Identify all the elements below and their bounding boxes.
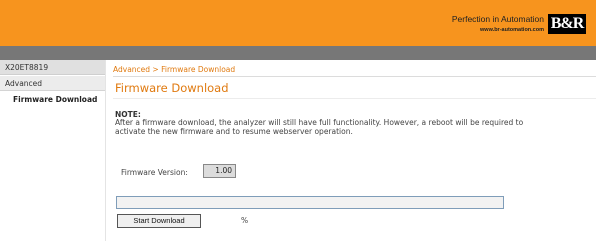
breadcrumb: Advanced > Firmware Download: [113, 65, 236, 74]
br-logo: B&R: [548, 14, 586, 34]
header-banner: Perfection in Automation www.br-automati…: [0, 0, 596, 46]
sidebar-device-name[interactable]: X20ET8819: [0, 60, 105, 75]
download-progress-bar: [116, 196, 504, 209]
page-title: Firmware Download: [115, 81, 229, 95]
header-url: www.br-automation.com: [480, 27, 544, 33]
divider: [113, 98, 596, 99]
sidebar-item-firmware-download[interactable]: Firmware Download: [0, 93, 105, 107]
divider: [113, 76, 596, 77]
sidebar-item-advanced[interactable]: Advanced: [0, 76, 105, 91]
sidebar: X20ET8819 Advanced Firmware Download: [0, 60, 106, 241]
note-text: After a firmware download, the analyzer …: [115, 118, 524, 136]
firmware-version-field: 1.00: [203, 164, 236, 178]
percent-label: %: [241, 216, 249, 225]
firmware-version-label: Firmware Version:: [121, 168, 188, 177]
start-download-button[interactable]: Start Download: [117, 214, 201, 228]
header-separator-bar: [0, 46, 596, 60]
header-tagline: Perfection in Automation: [451, 14, 544, 24]
